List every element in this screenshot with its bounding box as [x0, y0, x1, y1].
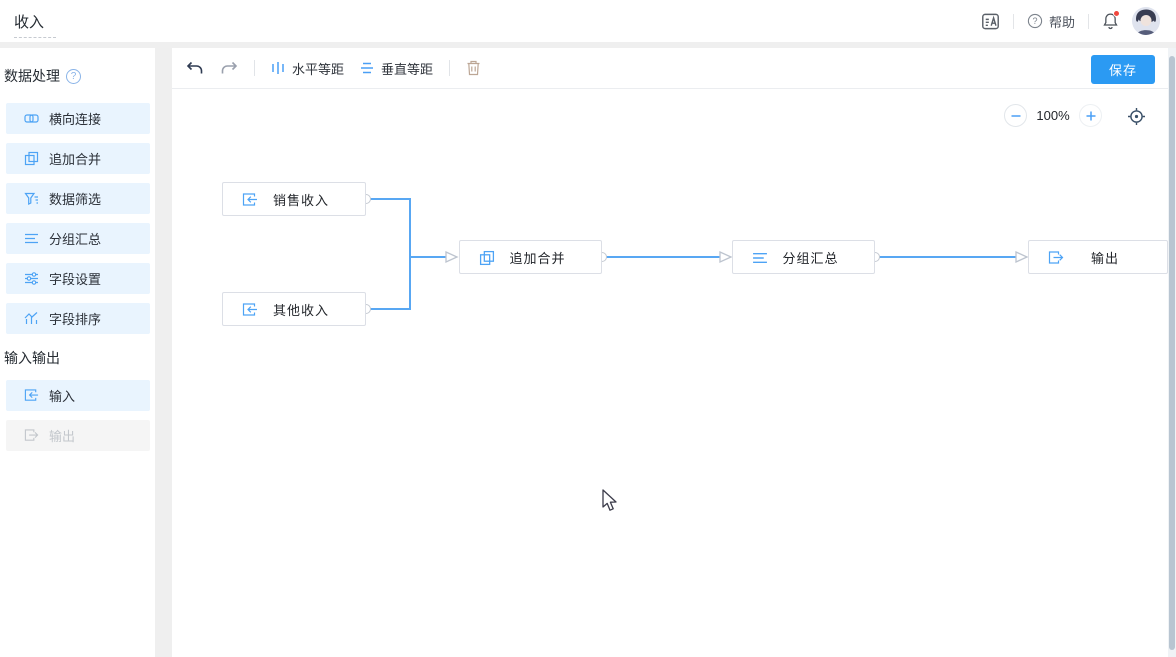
sidebar-item-input[interactable]: 输入 [6, 380, 150, 411]
header-separator [1088, 14, 1089, 29]
help-label: 帮助 [1049, 12, 1075, 31]
sidebar-item-append-merge[interactable]: 追加合并 [6, 143, 150, 174]
flow-canvas[interactable]: 销售收入 其他收入 追加合并 分组汇总 输出 [172, 89, 1176, 657]
sidebar-item-data-filter[interactable]: 数据筛选 [6, 183, 150, 214]
app-header: 收入 ? 帮助 [0, 0, 1176, 42]
zoom-controls: 100% [1004, 104, 1102, 127]
append-merge-icon [479, 250, 495, 266]
output-icon [1048, 250, 1064, 266]
toolbar-separator [254, 60, 255, 76]
header-separator [1013, 14, 1014, 29]
sidebar: 数据处理 ? 横向连接 追加合并 数据筛选 分组汇总 [0, 48, 155, 657]
redo-icon[interactable] [221, 61, 238, 76]
page-title[interactable]: 收入 [14, 9, 56, 38]
zoom-in-button[interactable] [1079, 104, 1102, 127]
node-output[interactable]: 输出 [1028, 240, 1168, 274]
sidebar-item-label: 分组汇总 [49, 229, 101, 248]
sidebar-item-field-settings[interactable]: 字段设置 [6, 263, 150, 294]
sidebar-item-group-summary[interactable]: 分组汇总 [6, 223, 150, 254]
horizontal-join-icon [24, 111, 39, 126]
sidebar-item-label: 字段排序 [49, 309, 101, 328]
edge-other-to-merge[interactable] [366, 257, 410, 309]
input-icon [242, 302, 258, 318]
sidebar-item-label: 追加合并 [49, 149, 101, 168]
svg-text:?: ? [1032, 16, 1037, 26]
zoom-level: 100% [1036, 108, 1070, 123]
arrowhead [1016, 252, 1027, 262]
vertical-scrollbar-thumb[interactable] [1169, 56, 1175, 650]
sidebar-item-label: 数据筛选 [49, 189, 101, 208]
canvas-toolbar: 水平等距 垂直等距 [172, 48, 1176, 89]
vertical-spacing-icon [360, 61, 374, 75]
help-icon: ? [1027, 13, 1043, 29]
field-settings-icon [24, 271, 39, 286]
undo-icon[interactable] [186, 61, 203, 76]
sidebar-item-label: 输入 [49, 386, 75, 405]
node-sales-revenue[interactable]: 销售收入 [222, 182, 366, 216]
input-icon [24, 388, 39, 403]
append-merge-icon [24, 151, 39, 166]
arrowhead [446, 252, 457, 262]
sidebar-item-field-sort[interactable]: 字段排序 [6, 303, 150, 334]
sidebar-item-label: 横向连接 [49, 109, 101, 128]
locate-center-icon[interactable] [1127, 107, 1146, 126]
zoom-out-button[interactable] [1004, 104, 1027, 127]
flow-connectors [172, 89, 1176, 657]
section-help-icon[interactable]: ? [66, 69, 81, 84]
field-sort-icon [24, 311, 39, 326]
horizontal-spacing-button[interactable]: 水平等距 [271, 59, 344, 78]
translate-icon[interactable] [981, 12, 1000, 31]
group-summary-icon [24, 231, 39, 246]
node-group-summary[interactable]: 分组汇总 [732, 240, 875, 274]
sidebar-item-label: 字段设置 [49, 269, 101, 288]
user-avatar[interactable] [1132, 7, 1160, 35]
sidebar-divider [155, 48, 172, 657]
sidebar-item-label: 输出 [49, 426, 75, 445]
output-icon [24, 428, 39, 443]
horizontal-spacing-icon [271, 61, 285, 75]
sidebar-item-horizontal-join[interactable]: 横向连接 [6, 103, 150, 134]
node-other-revenue[interactable]: 其他收入 [222, 292, 366, 326]
data-filter-icon [24, 191, 39, 206]
edge-sales-to-merge[interactable] [366, 199, 410, 257]
sidebar-section-input-output: 输入输出 [4, 348, 60, 368]
save-button[interactable]: 保存 [1091, 55, 1155, 84]
arrowhead [720, 252, 731, 262]
group-summary-icon [752, 250, 768, 266]
notification-badge [1113, 10, 1120, 17]
sidebar-section-data-processing: 数据处理 ? [4, 66, 81, 86]
toolbar-separator [449, 60, 450, 76]
notification-bell-icon[interactable] [1102, 12, 1119, 30]
help-button[interactable]: ? 帮助 [1027, 12, 1075, 31]
node-append-merge[interactable]: 追加合并 [459, 240, 602, 274]
input-icon [242, 192, 258, 208]
delete-icon[interactable] [466, 60, 481, 76]
sidebar-item-output: 输出 [6, 420, 150, 451]
vertical-spacing-button[interactable]: 垂直等距 [360, 59, 433, 78]
